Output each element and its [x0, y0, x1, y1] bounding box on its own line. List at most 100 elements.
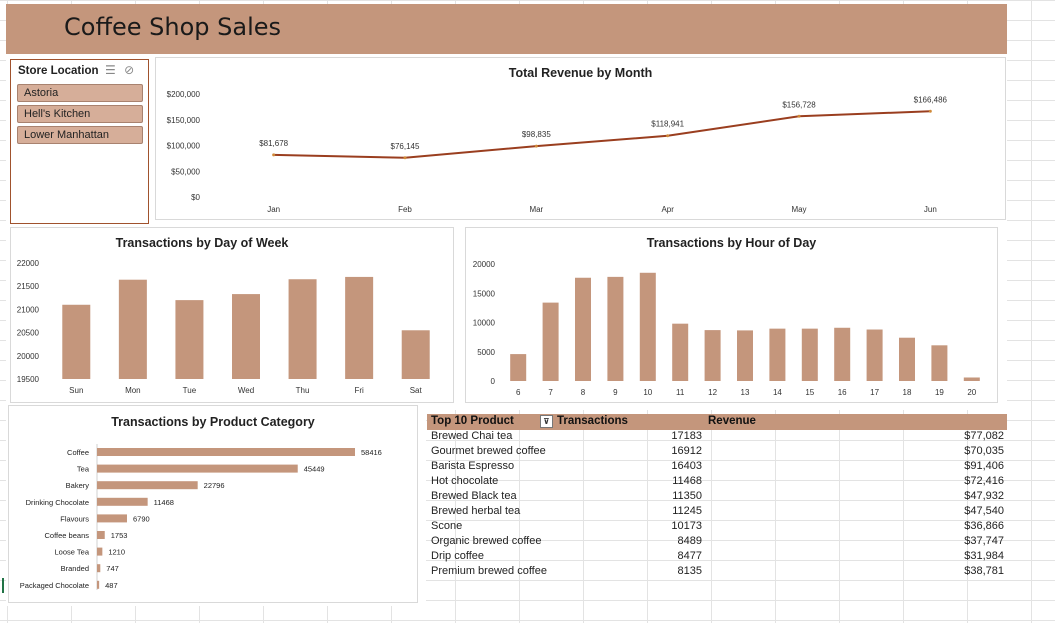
x-tick-label: Tue	[183, 386, 197, 395]
slicer-item-lower-manhattan[interactable]: Lower Manhattan	[17, 126, 143, 144]
cell-transactions: 16403	[671, 460, 702, 472]
x-tick-label: 13	[741, 388, 750, 397]
cell-product: Premium brewed coffee	[431, 565, 547, 577]
category-bar	[97, 580, 100, 589]
store-location-slicer[interactable]: Store Location ☰ ⊘ Astoria Hell's Kitche…	[10, 59, 149, 224]
hour-chart-card[interactable]: Transactions by Hour of Day 20000 15000 10…	[465, 227, 998, 403]
x-tick-label: Fri	[354, 386, 364, 395]
hour-chart-plot: 20000 15000 10000 5000 0 6 7 8 9 10 11 12 13 14 15 16 17…	[473, 260, 980, 397]
cell-transactions: 10173	[671, 520, 702, 532]
table-row[interactable]: Hot chocolate 11468 $72,416	[427, 475, 1007, 490]
x-tick-label: Sun	[69, 386, 83, 395]
y-tick-label: 19500	[17, 375, 40, 384]
y-tick-label: 21500	[17, 282, 40, 291]
category-bar	[97, 531, 105, 539]
x-tick-label: Sat	[410, 386, 423, 395]
x-tick-label: May	[791, 205, 806, 214]
y-tick-label: 20500	[17, 329, 40, 338]
bar-hour-15	[801, 328, 818, 381]
data-label: $118,941	[651, 120, 684, 129]
category-label: Coffee	[67, 448, 89, 457]
day-chart-card[interactable]: Transactions by Day of Week 22000 21500 21…	[10, 227, 454, 403]
category-label: Tea	[77, 465, 90, 474]
x-tick-label: Apr	[661, 205, 674, 214]
y-tick-label: 15000	[473, 289, 496, 298]
bar-hour-6	[510, 354, 527, 381]
x-tick-label: 20	[967, 388, 976, 397]
data-point	[272, 153, 276, 157]
category-chart-card[interactable]: Transactions by Product Category Coffee 5…	[8, 405, 418, 603]
table-row[interactable]: Gourmet brewed coffee 16912 $70,035	[427, 445, 1007, 460]
clear-filter-icon[interactable]: ⊘	[124, 63, 134, 77]
data-label: 11468	[154, 498, 174, 507]
table-row[interactable]: Premium brewed coffee 8135 $38,781	[427, 565, 1007, 580]
x-tick-label: 15	[805, 388, 814, 397]
day-chart-plot: 22000 21500 21000 20500 20000 19500 Sun Mon Tue W…	[17, 259, 430, 395]
data-point	[928, 109, 932, 113]
cell-product: Hot chocolate	[431, 475, 499, 487]
x-tick-label: Wed	[238, 386, 254, 395]
y-tick-label: $0	[191, 193, 200, 202]
cell-product: Drip coffee	[431, 550, 484, 562]
bar-hour-13	[737, 330, 753, 381]
x-tick-label: Mon	[125, 386, 141, 395]
x-tick-label: Mar	[529, 205, 543, 214]
cell-revenue: $70,035	[964, 445, 1004, 457]
cell-product: Brewed herbal tea	[431, 505, 521, 517]
category-bar	[97, 564, 101, 573]
slicer-item-astoria[interactable]: Astoria	[17, 84, 143, 102]
slicer-item-hells-kitchen[interactable]: Hell's Kitchen	[17, 105, 143, 123]
bar-hour-18	[899, 337, 915, 381]
cell-product: Scone	[431, 520, 463, 532]
slicer-title: Store Location	[18, 65, 99, 77]
table-row[interactable]: Brewed herbal tea 11245 $47,540	[427, 505, 1007, 520]
data-label: 22796	[204, 481, 225, 490]
cell-product: Organic brewed coffee	[431, 535, 542, 547]
bar-sat	[401, 330, 430, 379]
cell-revenue: $47,540	[964, 505, 1004, 517]
filter-dropdown-icon[interactable]: ⊽	[540, 415, 553, 428]
category-bar	[97, 448, 355, 456]
table-row[interactable]: Brewed Black tea 11350 $47,932	[427, 490, 1007, 505]
y-tick-label: $50,000	[171, 167, 200, 176]
bar-sun	[62, 304, 91, 379]
cell-transactions: 11350	[672, 490, 702, 502]
category-label: Branded	[61, 564, 89, 573]
bar-hour-12	[704, 330, 721, 381]
x-tick-label: 10	[643, 388, 652, 397]
header-revenue: Revenue	[708, 415, 756, 427]
category-bar	[97, 464, 298, 473]
x-tick-label: 11	[676, 388, 685, 397]
table-row[interactable]: Organic brewed coffee 8489 $37,747	[427, 535, 1007, 550]
revenue-line	[273, 110, 931, 159]
x-tick-label: 8	[581, 388, 586, 397]
multi-select-icon[interactable]: ☰	[105, 63, 116, 77]
data-point	[666, 134, 670, 138]
table-row[interactable]: Drip coffee 8477 $31,984	[427, 550, 1007, 565]
table-row[interactable]: Scone 10173 $36,866	[427, 520, 1007, 535]
category-bar	[97, 497, 148, 506]
cell-transactions: 16912	[671, 445, 702, 457]
data-label: $81,678	[259, 139, 288, 148]
revenue-chart-card[interactable]: Total Revenue by Month $200,000 $150,000 $…	[155, 57, 1006, 220]
cell-product: Gourmet brewed coffee	[431, 445, 546, 457]
y-tick-label: 20000	[473, 260, 496, 269]
table-row[interactable]: Brewed Chai tea 17183 $77,082	[427, 430, 1007, 445]
dashboard-header: Coffee Shop Sales	[6, 4, 1007, 54]
table-header-row: Top 10 Product ⊽ Transactions Revenue	[427, 414, 1007, 430]
data-label: $166,486	[914, 95, 948, 104]
data-label: 1210	[108, 548, 125, 557]
cell-revenue: $38,781	[964, 565, 1004, 577]
y-tick-label: 22000	[17, 259, 40, 268]
bar-hour-11	[672, 323, 689, 381]
cell-product: Brewed Chai tea	[431, 430, 513, 442]
y-tick-label: 0	[491, 377, 496, 386]
cell-product: Brewed Black tea	[431, 490, 517, 502]
table-row[interactable]: Barista Espresso 16403 $91,406	[427, 460, 1007, 475]
y-tick-label: 20000	[17, 352, 40, 361]
y-tick-label: $150,000	[167, 116, 201, 125]
x-tick-label: 9	[613, 388, 618, 397]
x-tick-label: 14	[773, 388, 782, 397]
cell-transactions: 8477	[677, 550, 702, 562]
data-point	[534, 144, 538, 148]
